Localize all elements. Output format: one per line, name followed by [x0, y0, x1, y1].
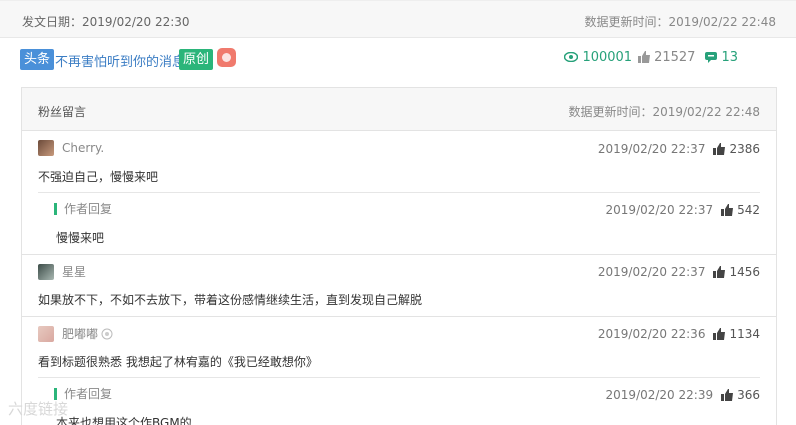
- comment-likes: 2386: [729, 142, 760, 156]
- comment-item: Cherry. 2019/02/20 22:37 2386 不强迫自己，慢慢来吧: [22, 132, 776, 193]
- comment-username[interactable]: 肥嘟嘟: [62, 325, 98, 342]
- reply-text: 慢慢来吧: [56, 231, 105, 245]
- reply-meta: 2019/02/20 22:37 542: [606, 203, 760, 217]
- comment-likes: 1456: [729, 265, 760, 279]
- likes-count: 21527: [654, 49, 696, 65]
- comment-username[interactable]: 星星: [62, 263, 86, 280]
- comment-text: 看到标题很熟悉 我想起了林宥嘉的《我已经敢想你》: [38, 355, 318, 369]
- thumbs-up-icon: [713, 143, 726, 155]
- comment-time: 2019/02/20 22:36: [597, 327, 706, 341]
- article-stats: 100001 21527 13: [558, 49, 738, 65]
- author-reply: 作者回复 2019/02/20 22:37 542 慢慢来吧: [22, 193, 776, 254]
- publish-date: 发文日期：2019/02/20 22:30: [22, 15, 190, 29]
- article-row: 头条 不再害怕听到你的消息 原创 100001 21527 13: [0, 38, 796, 86]
- comment-username[interactable]: Cherry.: [62, 141, 104, 155]
- avatar[interactable]: [38, 325, 54, 342]
- comments-count: 13: [721, 49, 738, 65]
- comment-icon: [705, 51, 718, 63]
- comments-stat: 13: [705, 50, 738, 65]
- comment-user: 星星: [38, 263, 86, 280]
- likes-stat: 21527: [638, 50, 695, 65]
- comment-item: 肥嘟嘟 2019/02/20 22:36 1134 看到标题很熟悉 我想起了林宥…: [22, 317, 776, 378]
- author-reply-label: 作者回复: [54, 203, 112, 215]
- comment-user: Cherry.: [38, 140, 104, 156]
- views-stat: 100001: [564, 50, 632, 65]
- data-update-time: 数据更新时间：2019/02/22 22:48: [584, 15, 776, 29]
- comment-user: 肥嘟嘟: [38, 325, 113, 342]
- headline-badge: 头条: [20, 49, 55, 70]
- comment-text: 不强迫自己，慢慢来吧: [38, 170, 159, 184]
- thumbs-up-icon: [721, 389, 734, 401]
- thumbs-up-icon: [638, 51, 651, 63]
- comment-meta: 2019/02/20 22:36 1134: [598, 327, 760, 341]
- comment-time: 2019/02/20 22:37: [597, 142, 706, 156]
- avatar[interactable]: [38, 140, 54, 156]
- panel-update-time: 数据更新时间：2019/02/22 22:48: [568, 105, 760, 119]
- article-title-link[interactable]: 不再害怕听到你的消息: [55, 51, 185, 70]
- comment-item: 星星 2019/02/20 22:37 1456 如果放不下，不如不去放下，带着…: [22, 255, 776, 316]
- panel-header: 粉丝留言 数据更新时间：2019/02/22 22:48: [22, 88, 776, 131]
- eye-icon: [564, 52, 579, 62]
- views-count: 100001: [582, 49, 633, 65]
- reply-likes: 542: [737, 203, 760, 217]
- comment-meta: 2019/02/20 22:37 2386: [598, 142, 760, 156]
- comment-text: 如果放不下，不如不去放下，带着这份感情继续生活，直到发现自己解脱: [38, 293, 423, 307]
- reply-time: 2019/02/20 22:37: [605, 203, 714, 217]
- comment-time: 2019/02/20 22:37: [597, 265, 706, 279]
- thumbs-up-icon: [721, 204, 734, 216]
- reply-time: 2019/02/20 22:39: [605, 388, 714, 402]
- comment-likes: 1134: [729, 327, 760, 341]
- fan-comments-panel: 粉丝留言 数据更新时间：2019/02/22 22:48 Cherry. 201…: [21, 87, 777, 425]
- reward-icon[interactable]: [217, 48, 236, 67]
- comment-meta: 2019/02/20 22:37 1456: [598, 265, 760, 279]
- reply-text: 本来也想用这个作BGM的: [56, 416, 192, 425]
- thumbs-up-icon: [713, 328, 726, 340]
- original-badge: 原创: [179, 49, 214, 70]
- author-reply: 作者回复 2019/02/20 22:39 366 本来也想用这个作BGM的: [22, 378, 776, 425]
- reply-meta: 2019/02/20 22:39 366: [606, 388, 760, 402]
- watermark-text: 六度链接: [8, 400, 69, 418]
- thumbs-up-icon: [713, 266, 726, 278]
- user-level-icon: [101, 328, 113, 339]
- panel-title: 粉丝留言: [38, 105, 87, 119]
- top-bar: 发文日期：2019/02/20 22:30 数据更新时间：2019/02/22 …: [0, 0, 796, 38]
- avatar[interactable]: [38, 263, 54, 280]
- reply-likes: 366: [737, 388, 760, 402]
